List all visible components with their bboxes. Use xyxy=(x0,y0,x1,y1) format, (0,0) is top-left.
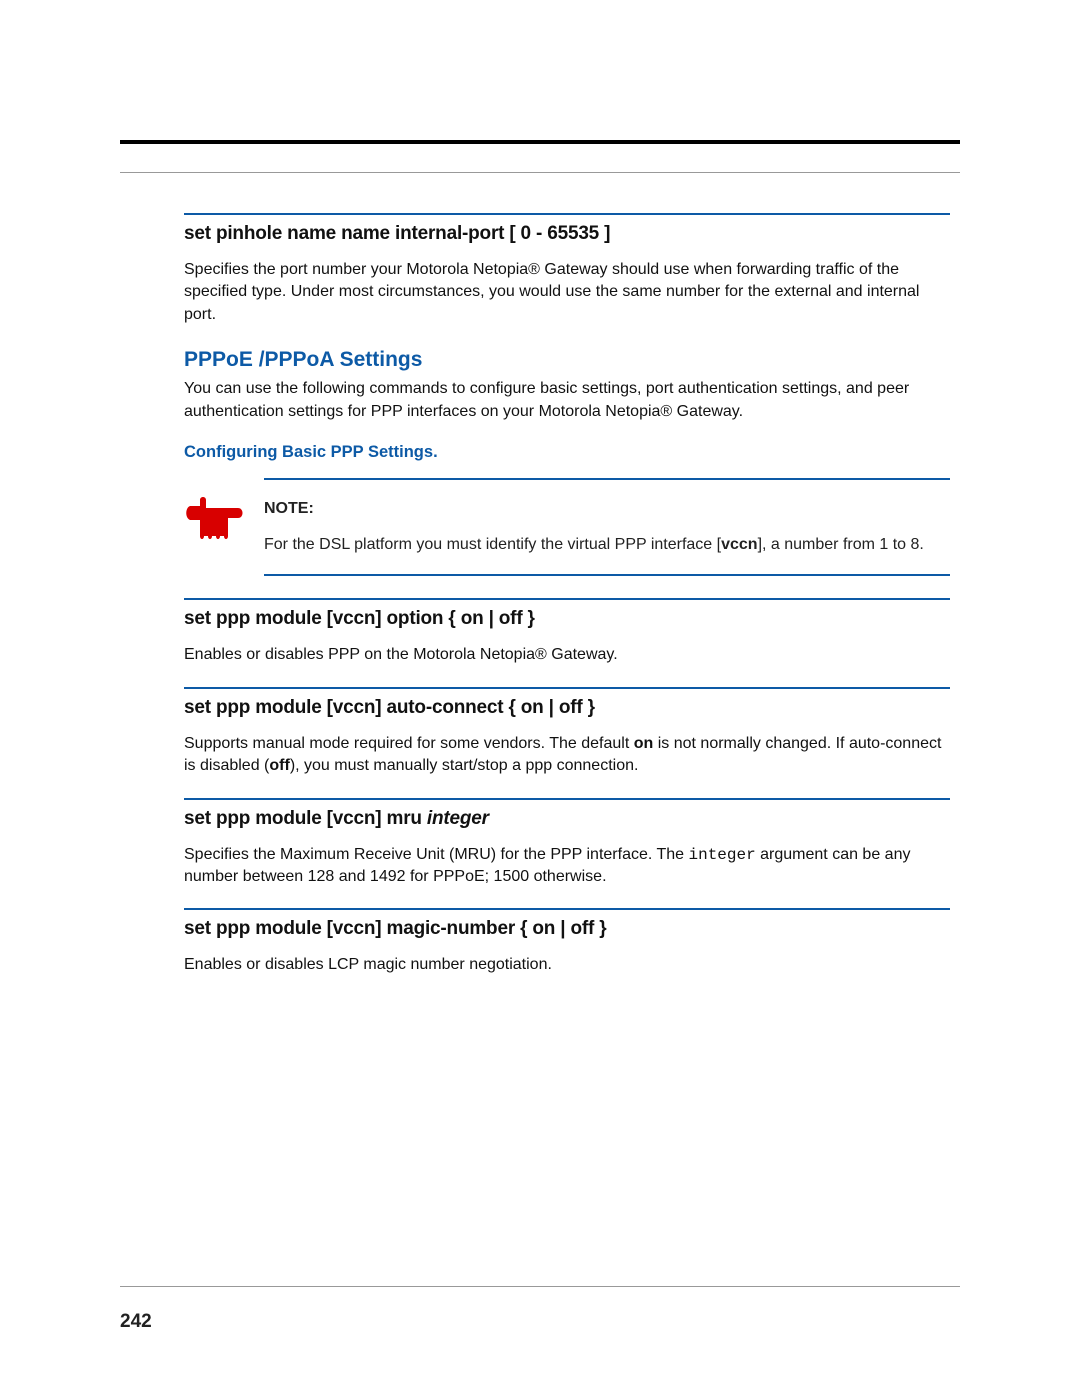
note-text-pre: For the DSL platform you must identify t… xyxy=(264,536,721,553)
section-heading-pppoe: PPPoE /PPPoA Settings xyxy=(184,348,950,372)
divider-blue xyxy=(264,574,950,576)
section-intro: You can use the following commands to co… xyxy=(184,378,950,423)
desc-mono: integer xyxy=(688,846,755,864)
page: set pinhole name name internal-port [ 0 … xyxy=(0,0,1080,1397)
desc-on: on xyxy=(634,735,654,752)
command-description: Enables or disables PPP on the Motorola … xyxy=(184,644,950,666)
divider-blue xyxy=(184,798,950,800)
divider-blue xyxy=(184,213,950,215)
command-description: Enables or disables LCP magic number neg… xyxy=(184,954,950,976)
divider-blue xyxy=(264,478,950,480)
desc-pre: Supports manual mode required for some v… xyxy=(184,735,634,752)
sub-heading: Configuring Basic PPP Settings. xyxy=(184,443,950,462)
note-text: For the DSL platform you must identify t… xyxy=(264,534,950,556)
note-label: NOTE: xyxy=(264,500,950,518)
command-description: Supports manual mode required for some v… xyxy=(184,733,950,778)
desc-post: ), you must manually start/stop a ppp co… xyxy=(290,757,639,774)
top-thin-rule xyxy=(120,172,960,173)
content-column: set pinhole name name internal-port [ 0 … xyxy=(184,213,950,977)
note-text-bold: vccn xyxy=(721,536,757,553)
pointing-hand-icon xyxy=(182,496,244,542)
command-description: Specifies the port number your Motorola … xyxy=(184,259,950,326)
command-heading: set ppp module [vccn] option { on | off … xyxy=(184,608,950,630)
page-number: 242 xyxy=(120,1311,152,1333)
note-text-post: ], a number from 1 to 8. xyxy=(758,536,924,553)
command-heading: set ppp module [vccn] mru integer xyxy=(184,808,950,830)
command-heading: set ppp module [vccn] auto-connect { on … xyxy=(184,697,950,719)
command-heading: set pinhole name name internal-port [ 0 … xyxy=(184,223,950,245)
divider-blue xyxy=(184,687,950,689)
top-thick-rule xyxy=(120,140,960,144)
header-spacer xyxy=(120,60,960,140)
desc-pre: Specifies the Maximum Receive Unit (MRU)… xyxy=(184,846,688,863)
note-block: NOTE: For the DSL platform you must iden… xyxy=(184,478,950,576)
command-heading: set ppp module [vccn] magic-number { on … xyxy=(184,918,950,940)
desc-off: off xyxy=(269,757,289,774)
cmd-integer: integer xyxy=(427,808,489,829)
command-description: Specifies the Maximum Receive Unit (MRU)… xyxy=(184,844,950,889)
divider-blue xyxy=(184,598,950,600)
cmd-pre: set ppp module [vccn] mru xyxy=(184,808,427,829)
divider-blue xyxy=(184,908,950,910)
footer-rule xyxy=(120,1286,960,1287)
